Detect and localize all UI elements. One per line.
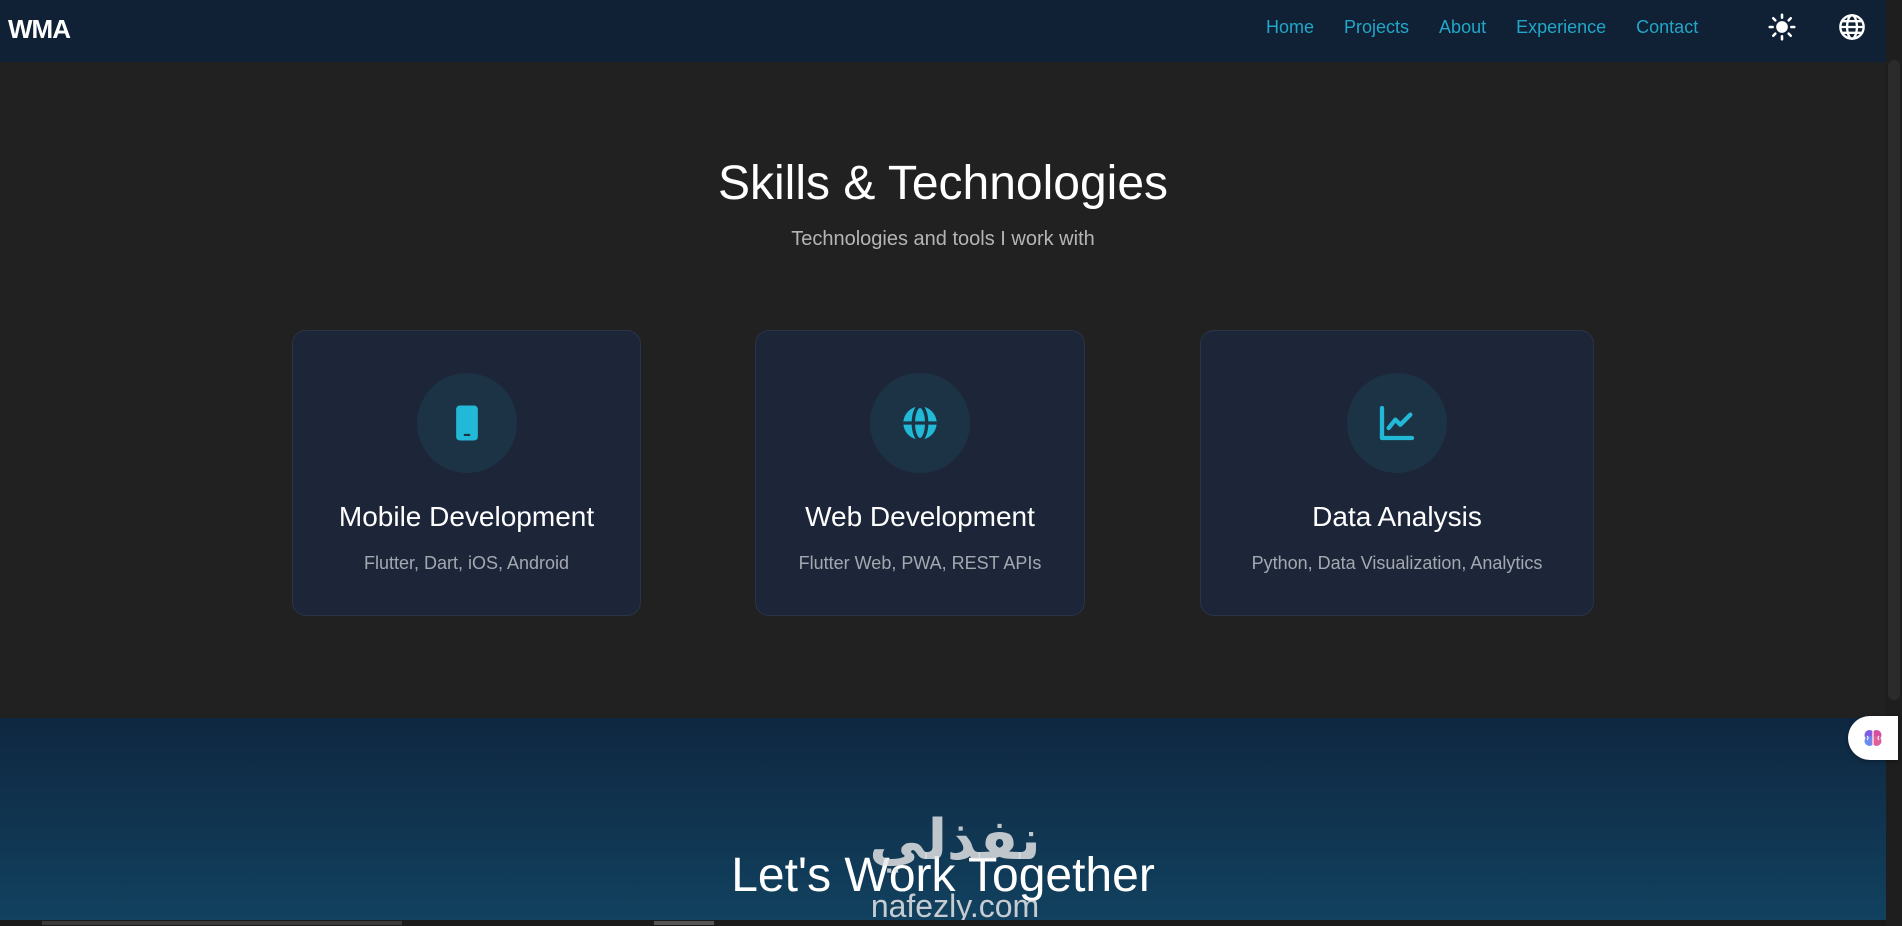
nav-links: Home Projects About Experience Contact	[1266, 0, 1728, 54]
cta-title: Let's Work Together	[731, 849, 1155, 902]
card-title: Data Analysis	[1312, 501, 1482, 532]
cta-section: Let's Work Together	[0, 718, 1902, 926]
brand-logo[interactable]: WMA	[8, 14, 71, 45]
skill-card-mobile[interactable]: Mobile Development Flutter, Dart, iOS, A…	[292, 330, 641, 616]
scroll-segment	[42, 921, 402, 925]
assistant-button[interactable]	[1848, 716, 1898, 760]
brain-icon	[1864, 730, 1882, 746]
nav-link-projects[interactable]: Projects	[1344, 17, 1409, 38]
globe-icon[interactable]	[1838, 13, 1866, 41]
nav-link-experience[interactable]: Experience	[1516, 17, 1606, 38]
skill-card-data[interactable]: Data Analysis Python, Data Visualization…	[1200, 330, 1594, 616]
sun-icon[interactable]	[1768, 13, 1796, 41]
card-description: Flutter Web, PWA, REST APIs	[798, 553, 1042, 573]
card-title: Mobile Development	[338, 501, 595, 532]
card-description: Flutter, Dart, iOS, Android	[363, 553, 570, 573]
scrollbar-thumb[interactable]	[1888, 60, 1900, 700]
bottom-scrollbar	[0, 920, 1886, 926]
icon-circle	[1347, 373, 1447, 473]
nav-link-about[interactable]: About	[1439, 17, 1486, 38]
icon-circle	[416, 373, 517, 473]
scroll-segment	[654, 921, 714, 925]
section-subtitle: Technologies and tools I work with	[791, 228, 1095, 250]
skills-section: Skills & Technologies Technologies and t…	[0, 62, 1902, 718]
chart-line-icon	[1379, 405, 1415, 441]
globe-icon	[903, 404, 937, 442]
navbar: WMA Home Projects About Experience Conta…	[0, 0, 1902, 62]
nav-link-home[interactable]: Home	[1266, 17, 1314, 38]
icon-circle	[870, 373, 970, 473]
smartphone-icon	[455, 405, 478, 441]
card-description: Python, Data Visualization, Analytics	[1251, 553, 1543, 573]
section-title: Skills & Technologies	[717, 157, 1169, 210]
nav-link-contact[interactable]: Contact	[1636, 17, 1698, 38]
card-title: Web Development	[805, 501, 1035, 532]
skill-card-web[interactable]: Web Development Flutter Web, PWA, REST A…	[755, 330, 1085, 616]
